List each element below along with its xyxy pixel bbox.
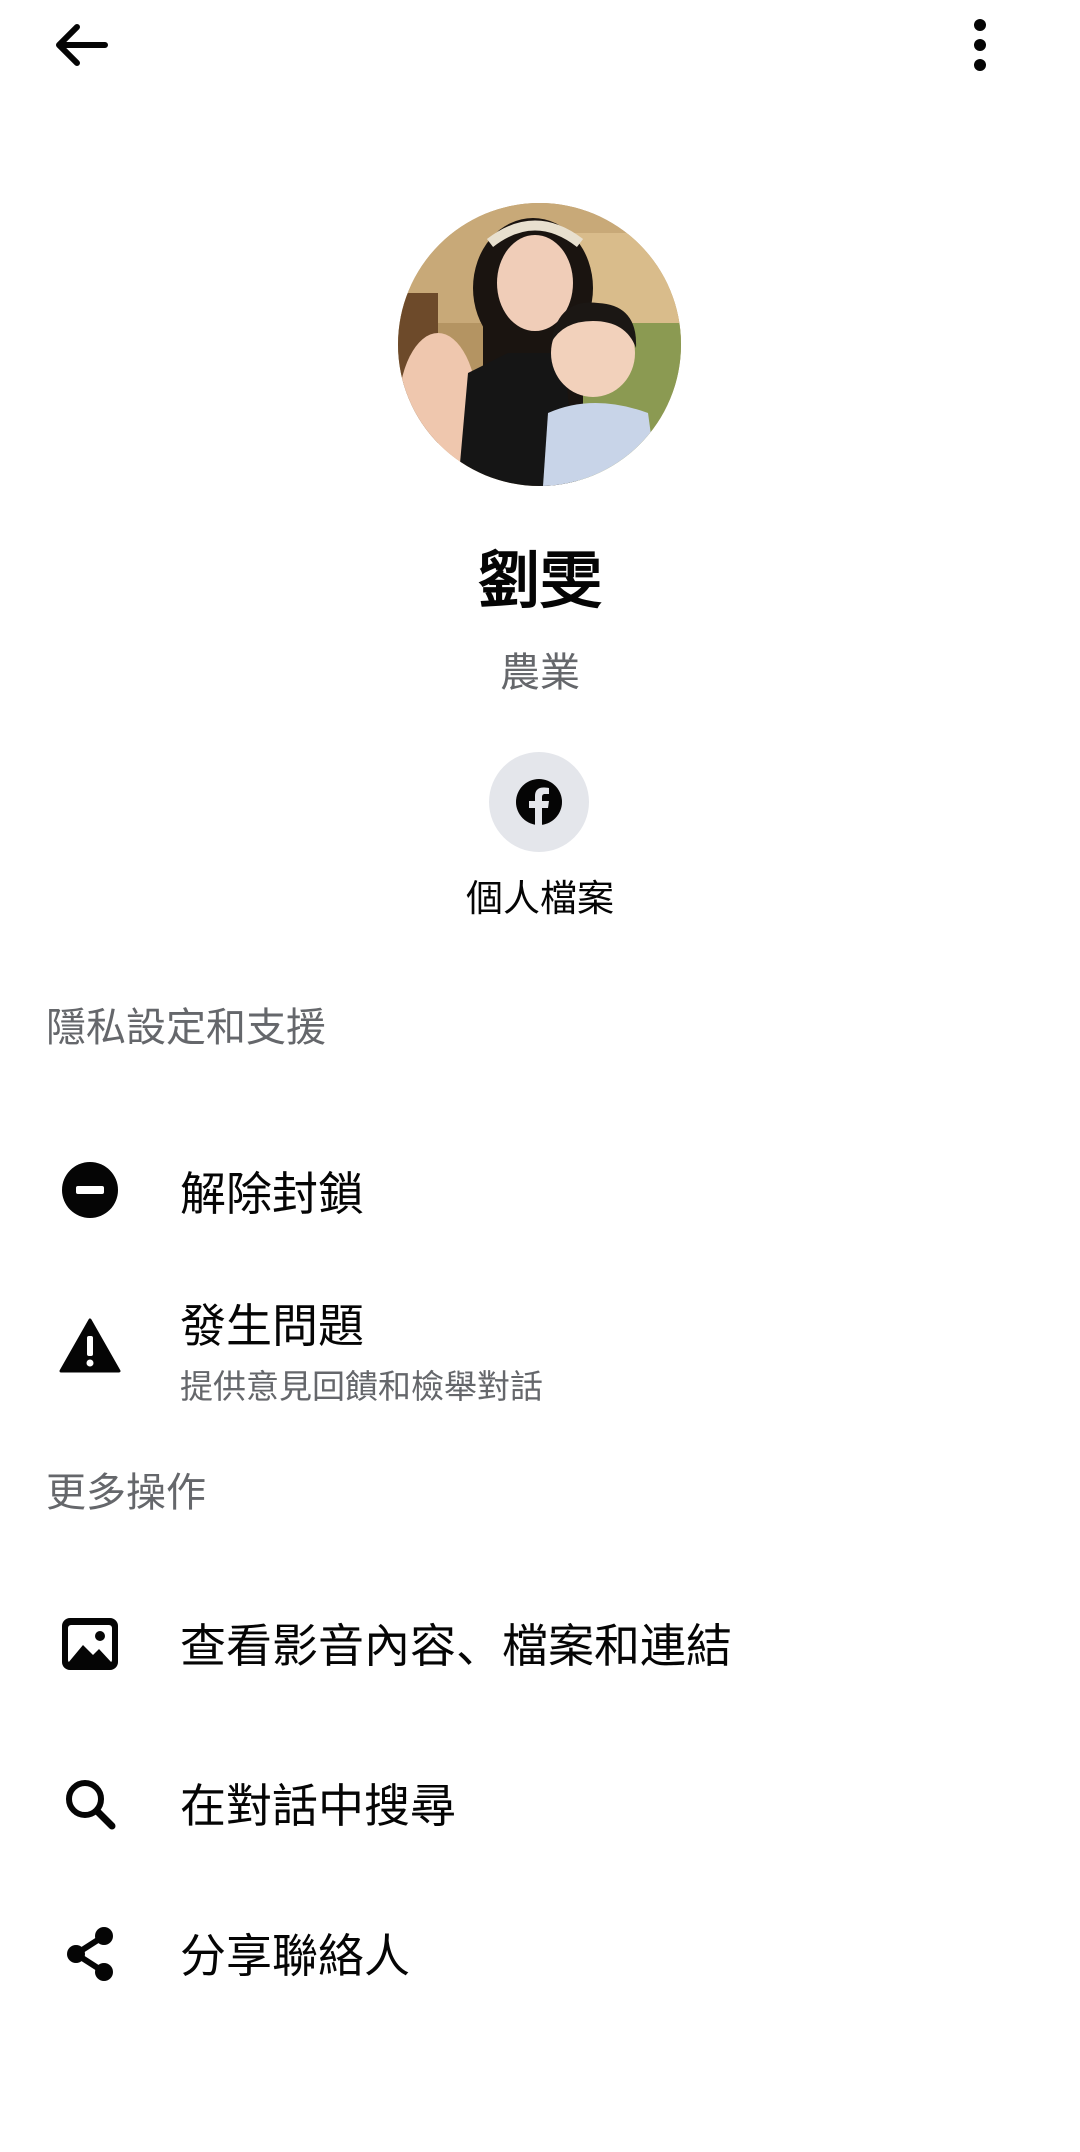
profile-subtitle: 農業 <box>500 650 580 696</box>
report-problem-description: 提供意見回饋和檢舉對話 <box>180 1367 543 1406</box>
more-options-button[interactable] <box>940 10 1020 80</box>
search-in-conversation-label: 在對話中搜尋 <box>180 1779 456 1833</box>
warning-triangle-icon <box>56 1312 124 1380</box>
image-icon <box>56 1610 124 1678</box>
view-media-label: 查看影音內容、檔案和連結 <box>180 1619 732 1673</box>
report-problem-item[interactable]: 發生問題 提供意見回饋和檢舉對話 <box>0 1250 1080 1410</box>
section-title-more-actions: 更多操作 <box>46 1470 206 1516</box>
minus-circle-icon <box>56 1156 124 1224</box>
avatar-photo <box>398 203 681 486</box>
profile-name: 劉雯 <box>477 544 602 617</box>
facebook-profile-button[interactable] <box>489 752 589 852</box>
facebook-profile-label[interactable]: 個人檔案 <box>0 868 1080 922</box>
top-bar <box>0 0 1080 90</box>
share-contact-label: 分享聯絡人 <box>180 1929 410 1983</box>
search-in-conversation-item[interactable]: 在對話中搜尋 <box>0 1720 1080 1880</box>
view-media-files-links-item[interactable]: 查看影音內容、檔案和連結 <box>0 1570 1080 1720</box>
share-icon <box>56 1920 124 1988</box>
back-button[interactable] <box>40 10 120 80</box>
section-title-privacy: 隱私設定和支援 <box>46 1005 326 1051</box>
unblock-label: 解除封鎖 <box>180 1167 364 1221</box>
search-icon <box>56 1770 124 1838</box>
report-problem-label: 發生問題 <box>180 1299 364 1353</box>
arrow-left-icon <box>56 24 108 66</box>
vertical-ellipsis-icon <box>974 19 986 71</box>
profile-avatar[interactable] <box>398 203 681 486</box>
facebook-icon <box>516 779 562 825</box>
unblock-item[interactable]: 解除封鎖 <box>0 1110 1080 1250</box>
share-contact-item[interactable]: 分享聯絡人 <box>0 1880 1080 2030</box>
